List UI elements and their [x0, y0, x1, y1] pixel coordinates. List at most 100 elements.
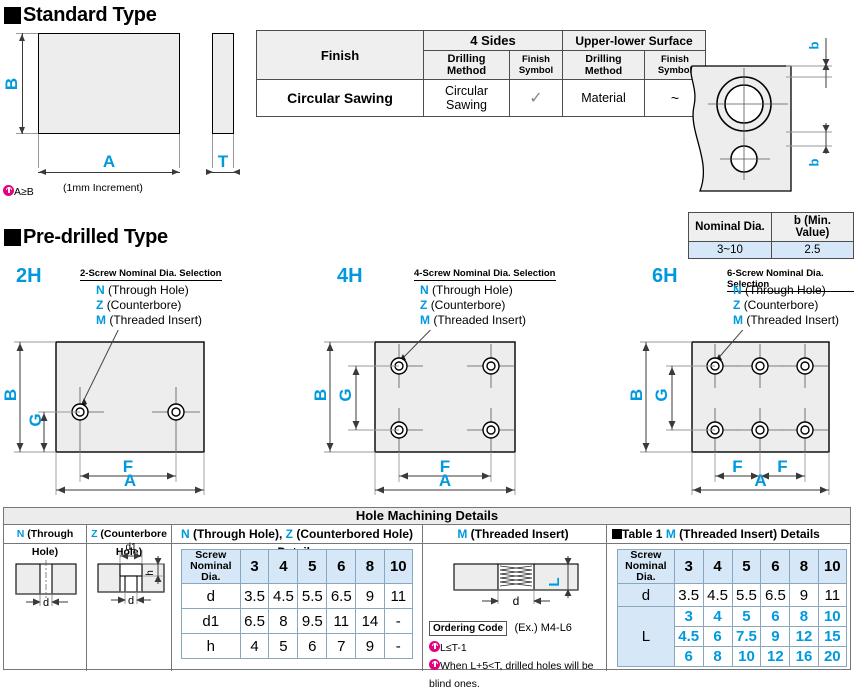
- nominal-table-value-0: 3~10: [688, 241, 772, 259]
- col4-header-text: (Threaded Insert): [470, 527, 569, 541]
- m-row-L1-v1: 6: [702, 626, 733, 647]
- table-row: d 3.5 4.5 5.5 6.5 9 11: [181, 583, 414, 609]
- nz-row-label-header: Screw Nominal Dia.: [181, 549, 241, 584]
- m-row-L2-v1: 8: [702, 646, 733, 667]
- table-row: d 3.5 4.5 5.5 6.5 9 11: [617, 583, 848, 607]
- m-row-L0-v4: 8: [789, 606, 819, 627]
- finish-table-row-header: Finish: [256, 30, 424, 80]
- option-code-m-4h: M: [420, 313, 430, 327]
- option-desc-m-4h: (Threaded Insert): [433, 313, 527, 327]
- m-row-d-v0: 3.5: [673, 583, 704, 607]
- nz-col-2: 5: [297, 549, 328, 584]
- option-code-n-2h: N: [96, 283, 105, 297]
- option-desc-m-6h: (Threaded Insert): [746, 313, 840, 327]
- nz-row0-v2: 5.5: [297, 583, 328, 609]
- nz-row2-v1: 5: [268, 633, 299, 659]
- m-row-L2-v4: 16: [789, 646, 819, 667]
- section-bullet-square-2: [4, 229, 21, 246]
- dim-label-a-2h: A: [123, 471, 137, 490]
- nominal-dia-table: Nominal Dia. b (Min. Value) 3~10 2.5: [688, 212, 854, 259]
- caution-icon-2: [429, 641, 440, 652]
- m-row-d-v5: 11: [817, 583, 848, 607]
- svg-text:d: d: [513, 594, 520, 608]
- svg-text:d: d: [128, 595, 134, 607]
- variant-id-6h: 6H: [652, 265, 678, 287]
- option-code-m-6h: M: [733, 313, 743, 327]
- col3-header-code-n: N: [180, 527, 190, 541]
- finish-table-group-4sides: 4 Sides: [423, 30, 563, 51]
- m-col-4: 8: [789, 549, 819, 584]
- panel-divider-4: [606, 524, 607, 671]
- nz-row2-v0: 4: [239, 633, 270, 659]
- option-code-z-2h: Z: [96, 298, 104, 312]
- nz-row1-v2: 9.5: [297, 608, 328, 634]
- finish-cell-drilling-4sides: Circular Sawing: [423, 79, 510, 117]
- hole-panel-title: Hole Machining Details: [4, 508, 850, 525]
- col3-header-t1: (Through Hole),: [192, 527, 283, 541]
- dim-label-g-4h: G: [336, 388, 355, 402]
- callout-title-2h: 2-Screw Nominal Dia. Selection: [80, 268, 222, 281]
- option-desc-z-6h: (Counterbore): [743, 298, 819, 312]
- m-row-L2-v3: 12: [760, 646, 791, 667]
- table-row: Screw Nominal Dia. 3 4 5 6 8 10: [181, 549, 414, 584]
- through-hole-figure: d: [15, 560, 77, 609]
- callout-options-2h: N (Through Hole) Z (Counterbore) M (Thre…: [96, 283, 202, 328]
- m-row-L1-v5: 15: [817, 626, 848, 647]
- dim-label-t: T: [217, 152, 229, 171]
- panel-divider-2: [171, 524, 172, 671]
- callout-options-4h: N (Through Hole) Z (Counterbore) M (Thre…: [420, 283, 526, 328]
- col5-header-code: M: [665, 527, 676, 541]
- m-col-0: 3: [673, 549, 704, 584]
- m-row-L1-v2: 7.5: [731, 626, 762, 647]
- dim-label-b: B: [2, 77, 21, 91]
- nz-col-5: 10: [383, 549, 414, 584]
- nz-row1-v5: -: [383, 608, 414, 634]
- variant-id-2h: 2H: [16, 265, 42, 287]
- nz-row0-v4: 9: [355, 583, 385, 609]
- svg-text:L: L: [546, 577, 563, 586]
- standard-plate-side: [212, 33, 234, 134]
- nz-row2-v3: 7: [326, 633, 357, 659]
- option-desc-n-4h: (Through Hole): [432, 283, 513, 297]
- dim-label-b-bottom: b: [806, 158, 822, 167]
- col5-header-text1: Table 1: [622, 527, 663, 541]
- dim-label-g-6h: G: [652, 388, 671, 402]
- caution-icon: [3, 185, 14, 196]
- nz-row0-name: d: [181, 583, 241, 609]
- nz-row1-v0: 6.5: [239, 608, 270, 634]
- finish-subheader-0: Drilling Method: [423, 50, 510, 80]
- option-code-n-4h: N: [420, 283, 429, 297]
- m-row-L2-v0: 6: [673, 646, 704, 667]
- nz-row2-v5: -: [383, 633, 414, 659]
- m-row-L-name: L: [617, 606, 675, 667]
- table1-m-details-table: Screw Nominal Dia. 3 4 5 6 8 10 d 3.5 4.5…: [617, 549, 848, 667]
- predrilled-type-title: Pre-drilled Type: [23, 226, 168, 248]
- m-row-L1-v0: 4.5: [673, 626, 704, 647]
- m-row-L0-v3: 6: [760, 606, 791, 627]
- table-row: Screw Nominal Dia. 3 4 5 6 8 10: [617, 549, 848, 584]
- standard-type-heading: Standard Type: [4, 4, 157, 27]
- table-row: d1 6.5 8 9.5 11 14 -: [181, 608, 414, 634]
- m-row-d-v2: 5.5: [731, 583, 762, 607]
- nz-row1-v3: 11: [326, 608, 357, 634]
- section-bullet-square: [4, 7, 21, 24]
- m-row-L0-v1: 4: [702, 606, 733, 627]
- nominal-table-header-1: b (Min. Value): [770, 212, 854, 242]
- option-desc-n-6h: (Through Hole): [745, 283, 826, 297]
- option-desc-m-2h: (Threaded Insert): [109, 313, 203, 327]
- standard-type-title: Standard Type: [23, 4, 157, 26]
- threaded-insert-figure: L d: [453, 556, 579, 608]
- table1-bullet-square: [612, 529, 622, 539]
- nz-row2-name: h: [181, 633, 241, 659]
- m-row-d-name: d: [617, 583, 675, 607]
- m-col-3: 6: [760, 549, 791, 584]
- nz-row1-name: d1: [181, 608, 241, 634]
- option-code-z-4h: Z: [420, 298, 428, 312]
- finish-table-group-upper-lower: Upper-lower Surface: [562, 30, 706, 51]
- option-code-m-2h: M: [96, 313, 106, 327]
- dim-arrow-b-down: [18, 127, 25, 134]
- ordering-note-2: When L+5<T, drilled holes will be blind …: [429, 660, 594, 690]
- m-row-d-v1: 4.5: [702, 583, 733, 607]
- nz-details-table: Screw Nominal Dia. 3 4 5 6 8 10 d 3.5 4.5…: [181, 549, 414, 659]
- finish-subheader-2: Drilling Method: [562, 50, 645, 80]
